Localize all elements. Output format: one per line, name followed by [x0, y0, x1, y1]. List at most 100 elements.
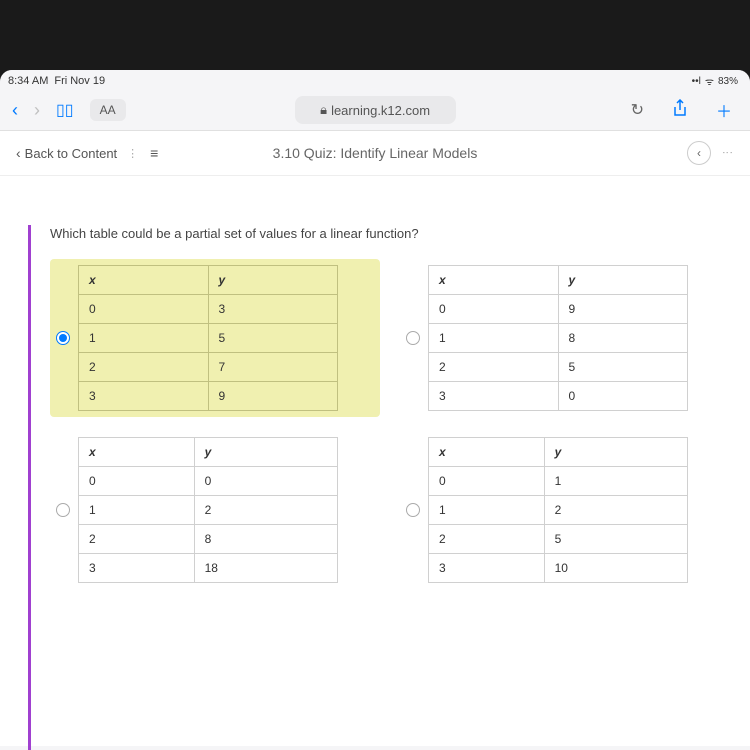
table-cell: 3 — [208, 295, 338, 324]
table-cell: 9 — [558, 295, 688, 324]
answer-option-1[interactable]: xy09182530 — [400, 259, 730, 417]
prev-circle-button[interactable]: ‹ — [687, 141, 711, 165]
table-cell: 0 — [79, 467, 195, 496]
option-table: xy09182530 — [428, 265, 688, 411]
table-cell: 1 — [79, 496, 195, 525]
table-header: y — [558, 266, 688, 295]
more-vertical-icon[interactable]: ⋮ — [721, 147, 734, 160]
table-cell: 2 — [79, 525, 195, 554]
bookmarks-icon[interactable]: ▯▯ — [56, 100, 74, 120]
answer-option-2[interactable]: xy001228318 — [50, 431, 380, 589]
status-bar: 8:34 AM Fri Nov 19 ••l ᯤ 83% — [0, 70, 750, 90]
content-area: Which table could be a partial set of va… — [0, 176, 750, 746]
share-icon[interactable] — [666, 97, 694, 124]
table-header: y — [194, 438, 337, 467]
radio-button[interactable] — [406, 331, 420, 345]
table-cell: 10 — [544, 554, 687, 583]
table-row: 00 — [79, 467, 338, 496]
table-header: x — [79, 438, 195, 467]
table-header: x — [429, 438, 545, 467]
lock-icon: 🔒︎ — [320, 102, 327, 118]
table-row: 18 — [429, 324, 688, 353]
table-cell: 8 — [194, 525, 337, 554]
answer-option-3[interactable]: xy011225310 — [400, 431, 730, 589]
table-header: y — [208, 266, 338, 295]
table-cell: 8 — [558, 324, 688, 353]
battery-level: 83% — [718, 76, 738, 87]
table-row: 01 — [429, 467, 688, 496]
table-cell: 3 — [79, 382, 209, 411]
tablet-frame: 8:34 AM Fri Nov 19 ••l ᯤ 83% ‹ › ▯▯ AA 🔒… — [0, 70, 750, 750]
table-cell: 1 — [544, 467, 687, 496]
table-row: 12 — [79, 496, 338, 525]
browser-toolbar: ‹ › ▯▯ AA 🔒︎ learning.k12.com ↻ ＋ — [0, 90, 750, 131]
answer-option-0[interactable]: xy03152739 — [50, 259, 380, 417]
table-row: 310 — [429, 554, 688, 583]
dots-menu-icon[interactable]: ⋮ — [127, 147, 140, 160]
refresh-icon[interactable]: ↻ — [625, 98, 650, 122]
radio-button[interactable] — [56, 503, 70, 517]
reader-aa-button[interactable]: AA — [90, 99, 126, 121]
table-row: 25 — [429, 353, 688, 382]
progress-indicator — [28, 225, 31, 750]
radio-button[interactable] — [56, 331, 70, 345]
table-cell: 2 — [194, 496, 337, 525]
forward-arrow-icon: › — [34, 100, 40, 121]
table-cell: 2 — [544, 496, 687, 525]
table-cell: 2 — [79, 353, 209, 382]
url-text: learning.k12.com — [331, 103, 430, 118]
table-header: x — [429, 266, 559, 295]
back-to-content-button[interactable]: ‹ Back to Content — [16, 145, 117, 161]
wifi-icon: ᯤ — [705, 74, 714, 88]
table-row: 03 — [79, 295, 338, 324]
table-cell: 1 — [429, 324, 559, 353]
table-header: x — [79, 266, 209, 295]
chevron-left-icon: ‹ — [697, 146, 701, 160]
table-cell: 0 — [194, 467, 337, 496]
status-date: Fri Nov 19 — [54, 75, 105, 87]
table-cell: 1 — [429, 496, 545, 525]
new-tab-icon[interactable]: ＋ — [710, 96, 738, 124]
table-row: 30 — [429, 382, 688, 411]
back-arrow-icon[interactable]: ‹ — [12, 100, 18, 121]
back-label: Back to Content — [25, 146, 118, 161]
table-row: 15 — [79, 324, 338, 353]
option-table: xy011225310 — [428, 437, 688, 583]
table-cell: 2 — [429, 525, 545, 554]
table-cell: 1 — [79, 324, 209, 353]
table-header: y — [544, 438, 687, 467]
options-grid: xy03152739xy09182530xy001228318xy0112253… — [50, 259, 730, 589]
table-cell: 0 — [79, 295, 209, 324]
chevron-left-icon: ‹ — [16, 145, 21, 161]
url-bar[interactable]: 🔒︎ learning.k12.com — [295, 96, 456, 124]
table-cell: 7 — [208, 353, 338, 382]
question-text: Which table could be a partial set of va… — [50, 226, 730, 241]
table-row: 25 — [429, 525, 688, 554]
table-row: 28 — [79, 525, 338, 554]
table-cell: 0 — [558, 382, 688, 411]
table-cell: 5 — [558, 353, 688, 382]
table-cell: 0 — [429, 295, 559, 324]
table-row: 12 — [429, 496, 688, 525]
radio-button[interactable] — [406, 503, 420, 517]
hamburger-icon[interactable]: ≡ — [150, 145, 158, 161]
option-table: xy03152739 — [78, 265, 338, 411]
signal-icon: ••l — [692, 76, 701, 87]
table-cell: 3 — [429, 554, 545, 583]
table-cell: 18 — [194, 554, 337, 583]
content-header: ‹ Back to Content ⋮ ≡ 3.10 Quiz: Identif… — [0, 131, 750, 176]
table-cell: 3 — [429, 382, 559, 411]
table-cell: 9 — [208, 382, 338, 411]
table-row: 09 — [429, 295, 688, 324]
table-row: 318 — [79, 554, 338, 583]
table-cell: 2 — [429, 353, 559, 382]
page-title: 3.10 Quiz: Identify Linear Models — [273, 145, 478, 161]
table-cell: 5 — [544, 525, 687, 554]
table-row: 27 — [79, 353, 338, 382]
table-row: 39 — [79, 382, 338, 411]
table-cell: 0 — [429, 467, 545, 496]
table-cell: 5 — [208, 324, 338, 353]
table-cell: 3 — [79, 554, 195, 583]
status-time: 8:34 AM — [8, 75, 48, 87]
option-table: xy001228318 — [78, 437, 338, 583]
